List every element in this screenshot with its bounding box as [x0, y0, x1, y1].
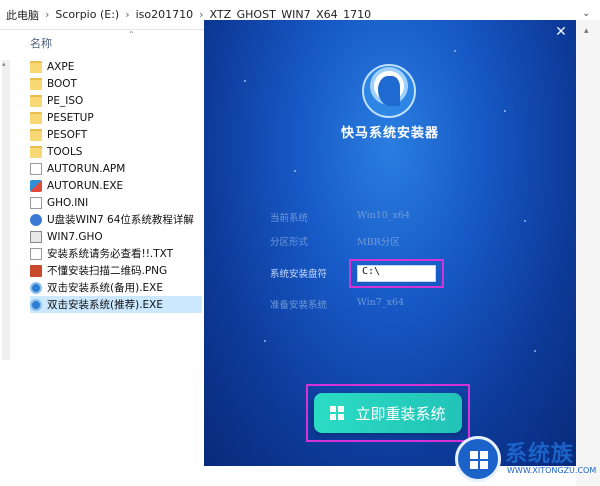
folder-icon — [30, 111, 42, 124]
folder-icon — [30, 60, 42, 73]
exe-icon — [30, 179, 42, 192]
file-name: TOOLS — [47, 145, 83, 158]
file-row[interactable]: 双击安装系统(备用).EXE — [30, 279, 202, 296]
file-name: AXPE — [47, 60, 75, 73]
windows-logo-icon — [455, 436, 501, 482]
file-row[interactable]: 不懂安装扫描二维码.PNG — [30, 262, 202, 279]
prepare-system-value: Win7_x64 — [357, 297, 404, 308]
file-name: U盘装WIN7 64位系统教程详解 — [47, 214, 194, 226]
partition-value: MBR分区 — [357, 237, 400, 248]
scroll-up-icon[interactable]: ▴ — [584, 26, 589, 36]
current-system-value: Win10_x64 — [357, 210, 411, 221]
windows-icon — [330, 405, 345, 421]
install-highlight: 立即重装系统 — [306, 384, 470, 442]
gho-file-icon — [30, 230, 42, 243]
file-row[interactable]: U盘装WIN7 64位系统教程详解 — [30, 211, 202, 228]
watermark-text: 系统族 — [505, 442, 575, 467]
file-row[interactable]: BOOT — [30, 75, 202, 92]
file-row[interactable]: TOOLS — [30, 143, 202, 160]
file-row[interactable]: PE_ISO — [30, 92, 202, 109]
chevron-down-icon[interactable]: ⌄ — [582, 8, 590, 19]
partition-label: 分区形式 — [270, 237, 309, 248]
file-row[interactable]: 安装系统请务必查看!!.TXT — [30, 245, 202, 262]
file-row[interactable]: AUTORUN.EXE — [30, 177, 202, 194]
ini-file-icon — [30, 196, 42, 209]
folder-icon — [30, 77, 42, 90]
folder-icon — [30, 128, 42, 141]
installer-window: ✕ 快马系统安装器 当前系统 Win10_x64 分区形式 MBR分区 系统安装… — [204, 20, 576, 466]
file-row[interactable]: PESETUP — [30, 109, 202, 126]
breadcrumb-this-pc[interactable]: 此电脑 — [6, 7, 39, 23]
file-list: ▴ 名称 ⌃ AXPE BOOT PE_ISO PESETUP PESOFT T… — [0, 30, 204, 486]
star-decoration — [504, 110, 506, 112]
folder-icon — [30, 94, 42, 107]
breadcrumb-separator-icon: › — [125, 8, 130, 21]
install-now-label: 立即重装系统 — [355, 404, 446, 423]
file-name: 双击安装系统(备用).EXE — [47, 282, 163, 294]
watermark-url: WWW.XITONGZU.COM — [507, 466, 597, 475]
usb-icon — [30, 213, 42, 226]
installer-icon — [30, 281, 42, 294]
star-decoration — [524, 220, 526, 222]
image-file-icon — [30, 264, 42, 277]
file-name: BOOT — [47, 77, 77, 90]
star-decoration — [244, 80, 246, 82]
file-name: PESOFT — [47, 128, 88, 141]
file-row[interactable]: PESOFT — [30, 126, 202, 143]
close-button[interactable]: ✕ — [553, 24, 569, 40]
file-name: 双击安装系统(推荐).EXE — [47, 299, 163, 311]
install-now-button[interactable]: 立即重装系统 — [314, 393, 462, 433]
star-decoration — [454, 50, 456, 52]
drive-input[interactable]: C:\ — [357, 265, 436, 282]
file-name: 不懂安装扫描二维码.PNG — [47, 265, 168, 277]
star-decoration — [294, 170, 296, 172]
close-icon: ✕ — [555, 24, 567, 40]
scroll-up-icon[interactable]: ▴ — [2, 60, 6, 68]
file-name: PE_ISO — [47, 94, 84, 107]
watermark: 系统族 WWW.XITONGZU.COM — [455, 432, 600, 486]
installer-icon — [30, 298, 42, 311]
breadcrumb-folder[interactable]: iso201710 — [136, 8, 194, 21]
breadcrumb-separator-icon: › — [199, 8, 204, 21]
drive-highlight: C:\ — [349, 259, 444, 288]
file-icon — [30, 162, 42, 175]
app-title: 快马系统安装器 — [340, 126, 439, 141]
file-name: PESETUP — [47, 111, 94, 124]
vertical-scrollbar[interactable]: ▴ — [2, 60, 10, 360]
sort-chevron-icon: ⌃ — [128, 30, 135, 39]
file-row[interactable]: AUTORUN.APM — [30, 160, 202, 177]
breadcrumb-drive[interactable]: Scorpio (E:) — [55, 8, 119, 21]
star-decoration — [264, 340, 266, 342]
file-row-selected[interactable]: 双击安装系统(推荐).EXE — [30, 296, 202, 313]
file-row[interactable]: GHO.INI — [30, 194, 202, 211]
column-header-name[interactable]: 名称 ⌃ — [30, 30, 140, 52]
prepare-system-label: 准备安装系统 — [270, 300, 328, 311]
text-file-icon — [30, 247, 42, 260]
drive-label: 系统安装盘符 — [270, 269, 328, 280]
file-name: GHO.INI — [47, 196, 89, 209]
file-name: AUTORUN.EXE — [47, 179, 124, 192]
right-scrollbar[interactable]: ▴ — [576, 20, 600, 486]
file-row[interactable]: AXPE — [30, 58, 202, 75]
breadcrumb-separator-icon: › — [45, 8, 50, 21]
star-decoration — [534, 350, 536, 352]
file-name: WIN7.GHO — [47, 230, 103, 243]
file-name: 安装系统请务必查看!!.TXT — [47, 248, 174, 260]
horse-logo-icon — [362, 64, 416, 118]
folder-icon — [30, 145, 42, 158]
current-system-label: 当前系统 — [270, 213, 309, 224]
file-row[interactable]: WIN7.GHO — [30, 228, 202, 245]
file-name: AUTORUN.APM — [47, 162, 126, 175]
column-header-label: 名称 — [30, 37, 52, 50]
